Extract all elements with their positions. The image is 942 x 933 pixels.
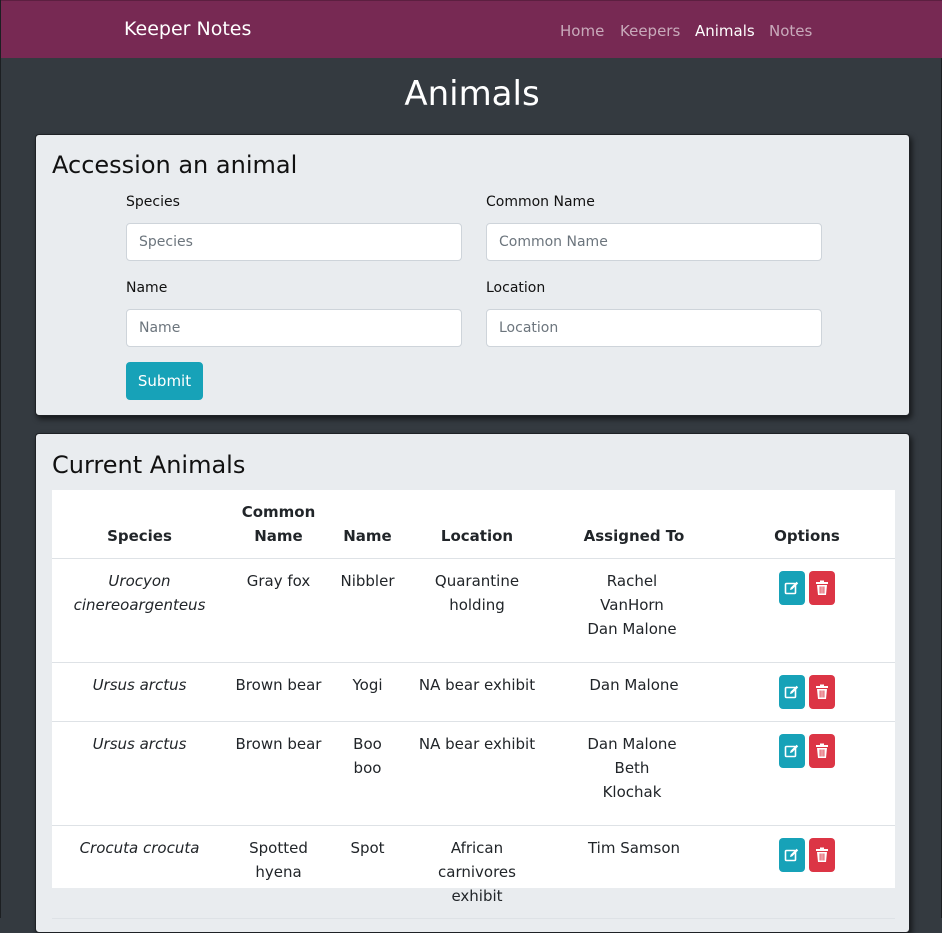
accession-card: Accession an animal Species Common Name … bbox=[35, 134, 910, 416]
assignee: Dan Malone bbox=[589, 676, 679, 694]
cell-options bbox=[719, 558, 895, 663]
edit-icon bbox=[784, 581, 799, 595]
cell-name: Boo boo bbox=[330, 721, 405, 826]
nav-link-keepers[interactable]: Keepers bbox=[620, 22, 680, 40]
cell-common-name: Brown bear bbox=[227, 721, 330, 826]
assignee: Dan Malone bbox=[587, 620, 677, 638]
cell-location: NA bear exhibit bbox=[405, 721, 549, 826]
cell-assigned-to: Rachel VanHorn Dan Malone bbox=[549, 558, 719, 663]
trash-icon bbox=[816, 580, 828, 595]
table-row: Ursus arctus Brown bear Yogi NA bear exh… bbox=[52, 662, 895, 722]
edit-button[interactable] bbox=[779, 838, 805, 872]
assignee: Rachel VanHorn bbox=[600, 572, 664, 614]
animals-card: Current Animals Species Common Name Name… bbox=[35, 433, 910, 933]
submit-button[interactable]: Submit bbox=[126, 362, 203, 400]
cell-common-name: Gray fox bbox=[227, 558, 330, 663]
assignee: Dan Malone bbox=[587, 735, 677, 753]
common-name-label: Common Name bbox=[486, 194, 595, 210]
trash-icon bbox=[816, 684, 828, 699]
animals-table: Species Common Name Name Location Assign… bbox=[52, 490, 895, 919]
cell-options bbox=[719, 721, 895, 826]
cell-location: Quarantine holding bbox=[405, 558, 549, 663]
header-common-name: Common Name bbox=[227, 490, 330, 559]
name-label: Name bbox=[126, 280, 168, 296]
page-title: Animals bbox=[404, 74, 540, 114]
cell-location: NA bear exhibit bbox=[405, 662, 549, 722]
delete-button[interactable] bbox=[809, 734, 835, 768]
nav-link-animals[interactable]: Animals bbox=[695, 22, 755, 40]
table-row: Crocuta crocuta Spotted hyena Spot Afric… bbox=[52, 825, 895, 919]
header-options: Options bbox=[719, 490, 895, 559]
cell-common-name: Brown bear bbox=[227, 662, 330, 722]
delete-button[interactable] bbox=[809, 571, 835, 605]
cell-options bbox=[719, 662, 895, 722]
header-name: Name bbox=[330, 490, 405, 559]
delete-button[interactable] bbox=[809, 838, 835, 872]
trash-icon bbox=[816, 743, 828, 758]
header-assigned-to: Assigned To bbox=[549, 490, 719, 559]
edit-icon bbox=[784, 744, 799, 758]
edit-button[interactable] bbox=[779, 675, 805, 709]
cell-options bbox=[719, 825, 895, 919]
trash-icon bbox=[816, 847, 828, 862]
accession-title: Accession an animal bbox=[52, 151, 298, 179]
nav-link-home[interactable]: Home bbox=[560, 22, 604, 40]
table-row: Ursus arctus Brown bear Boo boo NA bear … bbox=[52, 721, 895, 826]
cell-location: African carnivores exhibit bbox=[405, 825, 549, 919]
edit-icon bbox=[784, 685, 799, 699]
cell-assigned-to: Dan Malone Beth Klochak bbox=[549, 721, 719, 826]
cell-name: Nibbler bbox=[330, 558, 405, 663]
table-header-row: Species Common Name Name Location Assign… bbox=[52, 490, 895, 559]
animals-title: Current Animals bbox=[52, 451, 246, 479]
header-species: Species bbox=[52, 490, 227, 559]
common-name-input[interactable] bbox=[486, 223, 822, 261]
edit-button[interactable] bbox=[779, 571, 805, 605]
cell-species: Urocyon cinereoargenteus bbox=[52, 558, 227, 663]
assignee: Tim Samson bbox=[587, 839, 681, 857]
cell-species: Ursus arctus bbox=[52, 721, 227, 826]
cell-name: Yogi bbox=[330, 662, 405, 722]
animals-table-wrap: Species Common Name Name Location Assign… bbox=[52, 490, 895, 919]
table-row: Urocyon cinereoargenteus Gray fox Nibble… bbox=[52, 558, 895, 663]
species-label: Species bbox=[126, 194, 180, 210]
location-label: Location bbox=[486, 280, 546, 296]
cell-species: Crocuta crocuta bbox=[52, 825, 227, 919]
cell-name: Spot bbox=[330, 825, 405, 919]
cell-common-name: Spotted hyena bbox=[227, 825, 330, 919]
delete-button[interactable] bbox=[809, 675, 835, 709]
cell-species: Ursus arctus bbox=[52, 662, 227, 722]
edit-button[interactable] bbox=[779, 734, 805, 768]
cell-assigned-to: Tim Samson bbox=[549, 825, 719, 919]
cell-assigned-to: Dan Malone bbox=[549, 662, 719, 722]
navbar: Keeper Notes Home Keepers Animals Notes bbox=[1, 0, 942, 58]
species-input[interactable] bbox=[126, 223, 462, 261]
edit-icon bbox=[784, 848, 799, 862]
header-location: Location bbox=[405, 490, 549, 559]
name-input[interactable] bbox=[126, 309, 462, 347]
brand-link[interactable]: Keeper Notes bbox=[124, 18, 251, 40]
assignee: Beth Klochak bbox=[602, 759, 662, 801]
nav-link-notes[interactable]: Notes bbox=[769, 22, 812, 40]
location-input[interactable] bbox=[486, 309, 822, 347]
